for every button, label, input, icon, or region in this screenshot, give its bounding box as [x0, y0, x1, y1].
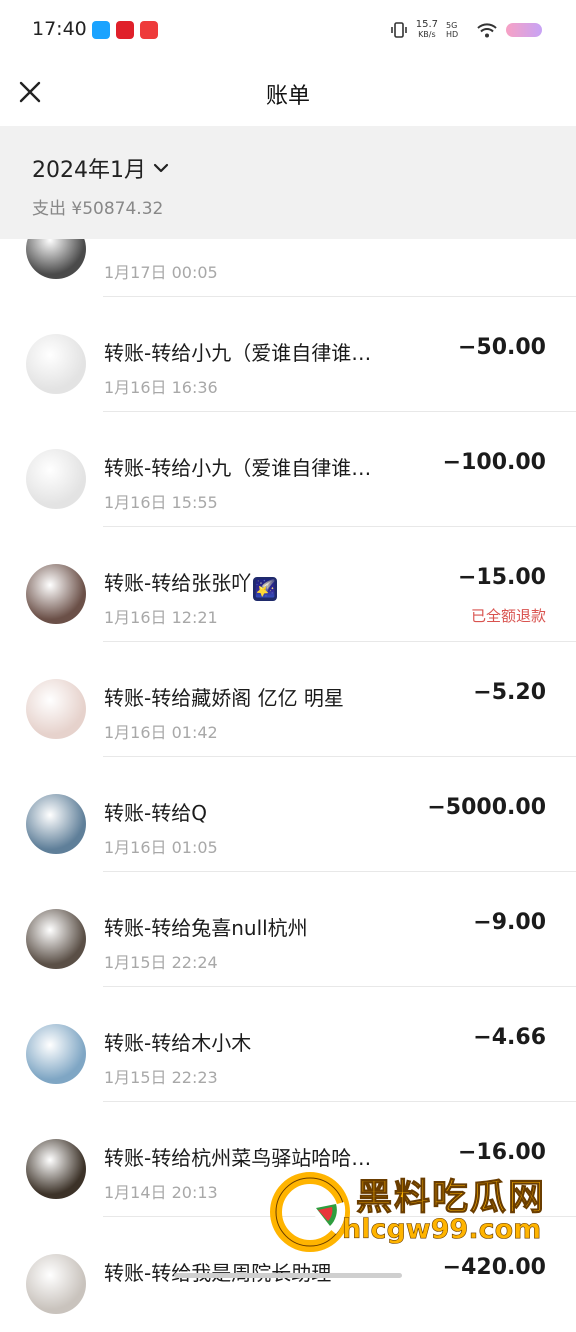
- avatar: [26, 449, 86, 509]
- net-speed: 15.7 KB/s: [415, 19, 438, 40]
- avatar: [26, 909, 86, 969]
- transaction-title: 转账-转给Q: [104, 801, 207, 825]
- transaction-date: 1月15日 22:23: [104, 1068, 218, 1087]
- transaction-title: 转账-转给藏娇阁 亿亿 明星: [104, 686, 344, 710]
- avatar: [26, 794, 86, 854]
- avatar: [26, 1254, 86, 1314]
- month-selector[interactable]: 2024年1月: [32, 152, 170, 184]
- transaction-date: 1月14日 20:13: [104, 1183, 218, 1202]
- transaction-date: 1月16日 15:55: [104, 493, 218, 512]
- home-indicator[interactable]: [174, 1273, 402, 1278]
- transaction-row[interactable]: 转账-转给小九（爱谁自律谁… 1月16日 16:36 −50.00: [0, 297, 576, 412]
- refund-status: 已全额退款: [470, 607, 546, 625]
- transaction-title: 转账-转给小九（爱谁自律谁…: [104, 456, 372, 480]
- avatar: [26, 679, 86, 739]
- transaction-title: 转账-转给小九（爱谁自律谁…: [104, 341, 372, 365]
- transaction-row[interactable]: 转账-转给藏娇阁 亿亿 明星 1月16日 01:42 −5.20: [0, 642, 576, 757]
- transaction-date: 1月16日 16:36: [104, 378, 218, 397]
- watermark-title: 黑料吃瓜网: [355, 1177, 547, 1219]
- transaction-amount: −5000.00: [427, 795, 546, 820]
- transaction-list: 1月17日 00:05 转账-转给小九（爱谁自律谁… 1月16日 16:36 −…: [0, 182, 576, 1332]
- avatar: [26, 334, 86, 394]
- transaction-date: 1月16日 01:42: [104, 723, 218, 742]
- transaction-amount: −4.66: [473, 1025, 546, 1050]
- status-time: 17:40: [32, 18, 87, 40]
- transaction-title: 转账-转给木小木: [104, 1031, 252, 1055]
- transaction-row[interactable]: 转账-转给Q 1月16日 01:05 −5000.00: [0, 757, 576, 872]
- status-right: 15.7 KB/s 5G HD: [390, 18, 542, 42]
- transaction-date: 1月16日 12:21: [104, 608, 218, 627]
- transaction-title: 转账-转给张张吖 🌠: [104, 571, 278, 601]
- battery-icon: [506, 23, 542, 37]
- transaction-amount: −50.00: [457, 335, 546, 360]
- transaction-date: 1月15日 22:24: [104, 953, 218, 972]
- watermark-url: hlcgw99.com: [342, 1214, 542, 1246]
- site-watermark: 黑料吃瓜网 hlcgw99.com: [270, 1162, 566, 1280]
- month-label: 2024年1月: [32, 158, 146, 183]
- transaction-date: 1月17日 00:05: [104, 263, 218, 282]
- wifi-icon: [477, 23, 497, 38]
- news-notification-icon: [116, 21, 134, 39]
- transaction-row[interactable]: 转账-转给张张吖 🌠 1月16日 12:21 −15.00 已全额退款: [0, 527, 576, 642]
- avatar: [26, 1024, 86, 1084]
- app-notification-icon: [92, 21, 110, 39]
- expense-total: 支出 ¥50874.32: [32, 199, 164, 219]
- header: 账单: [0, 60, 576, 126]
- page-title: 账单: [265, 84, 310, 109]
- avatar: [26, 564, 86, 624]
- month-filter-bar: 2024年1月 支出 ¥50874.32: [0, 126, 576, 239]
- transaction-amount: −15.00: [457, 565, 546, 590]
- shooting-star-emoji-icon: 🌠: [253, 577, 278, 601]
- watermelon-logo-icon: [270, 1172, 350, 1252]
- chevron-down-icon: [153, 163, 169, 173]
- transaction-amount: −100.00: [442, 450, 546, 475]
- status-bar: 17:40 15.7 KB/s 5G HD: [0, 0, 576, 60]
- avatar: [26, 1139, 86, 1199]
- transaction-row[interactable]: 转账-转给兔喜null杭州 1月15日 22:24 −9.00: [0, 872, 576, 987]
- transaction-amount: −5.20: [473, 680, 546, 705]
- transaction-title: 转账-转给兔喜null杭州: [104, 916, 308, 940]
- shopping-notification-icon: [140, 21, 158, 39]
- transaction-row[interactable]: 转账-转给木小木 1月15日 22:23 −4.66: [0, 987, 576, 1102]
- vibrate-icon: [390, 22, 407, 38]
- transaction-date: 1月16日 01:05: [104, 838, 218, 857]
- transaction-amount: −9.00: [473, 910, 546, 935]
- signal-label: 5G HD: [446, 21, 459, 39]
- transaction-row[interactable]: 转账-转给小九（爱谁自律谁… 1月16日 15:55 −100.00: [0, 412, 576, 527]
